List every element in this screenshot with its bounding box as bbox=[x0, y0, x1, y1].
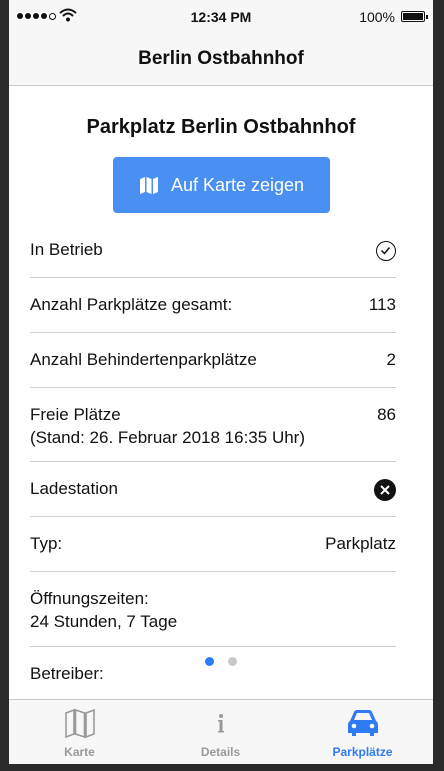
battery-icon bbox=[401, 11, 428, 22]
page-dot-active[interactable] bbox=[205, 657, 214, 666]
device-frame: 12:34 PM 100% Berlin Ostbahnhof Parkplat… bbox=[0, 0, 444, 771]
row-label: Anzahl Parkplätze gesamt: bbox=[30, 295, 233, 314]
tab-details[interactable]: Details bbox=[150, 700, 291, 764]
map-icon bbox=[139, 177, 158, 194]
tab-map-label: Karte bbox=[64, 745, 95, 759]
tab-details-label: Details bbox=[200, 745, 241, 759]
info-icon bbox=[150, 708, 291, 740]
car-icon bbox=[292, 708, 433, 740]
row-label: Typ: bbox=[30, 534, 63, 553]
tab-parking-lots[interactable]: Parkplätze bbox=[292, 700, 433, 764]
tab-map[interactable]: Karte bbox=[9, 700, 150, 764]
map-icon bbox=[9, 708, 150, 740]
battery-percentage: 100% bbox=[359, 9, 395, 25]
row-charging-station: Ladestation bbox=[30, 462, 396, 517]
row-label: Betreiber: bbox=[30, 664, 104, 683]
row-disabled-spaces: Anzahl Behindertenparkplätze 2 bbox=[30, 333, 396, 388]
x-circle-icon bbox=[374, 479, 396, 501]
row-operator: Betreiber: bbox=[30, 647, 396, 699]
row-label: In Betrieb bbox=[30, 240, 103, 259]
phone-screen: 12:34 PM 100% Berlin Ostbahnhof Parkplat… bbox=[9, 0, 433, 764]
total-spaces-value: 113 bbox=[368, 295, 396, 314]
disabled-spaces-value: 2 bbox=[386, 350, 396, 369]
show-on-map-label: Auf Karte zeigen bbox=[170, 174, 305, 195]
row-label: Ladestation bbox=[30, 479, 118, 498]
row-label: Freie Plätze bbox=[30, 405, 121, 424]
row-type: Typ: Parkplatz bbox=[30, 517, 396, 572]
tab-parking-lots-label: Parkplätze bbox=[332, 745, 393, 759]
parking-lot-title: Parkplatz Berlin Ostbahnhof bbox=[86, 116, 356, 138]
free-spaces-timestamp: (Stand: 26. Februar 2018 16:35 Uhr) bbox=[30, 428, 305, 447]
row-total-spaces: Anzahl Parkplätze gesamt: 113 bbox=[30, 278, 396, 333]
free-spaces-value: 86 bbox=[377, 405, 396, 424]
tab-bar: Karte Details Parkplätze bbox=[9, 699, 433, 764]
row-opening-hours: Öffnungszeiten: 24 Stunden, 7 Tage bbox=[30, 572, 396, 647]
check-circle-icon bbox=[376, 241, 396, 261]
show-on-map-button[interactable]: Auf Karte zeigen bbox=[113, 157, 330, 213]
page-indicator[interactable] bbox=[9, 657, 433, 666]
nav-title: Berlin Ostbahnhof bbox=[138, 48, 304, 69]
status-bar: 12:34 PM 100% bbox=[9, 0, 433, 34]
page-dot[interactable] bbox=[228, 657, 237, 666]
navigation-bar: Berlin Ostbahnhof bbox=[9, 34, 433, 86]
opening-hours-value: 24 Stunden, 7 Tage bbox=[30, 612, 178, 631]
row-in-operation: In Betrieb bbox=[30, 214, 396, 278]
type-value: Parkplatz bbox=[325, 534, 396, 553]
row-label: Öffnungszeiten: bbox=[30, 589, 149, 608]
row-free-spaces: Freie Plätze 86 (Stand: 26. Februar 2018… bbox=[30, 388, 396, 462]
parking-detail: Parkplatz Berlin Ostbahnhof Auf Karte ze… bbox=[9, 86, 433, 699]
row-label: Anzahl Behindertenparkplätze bbox=[30, 350, 257, 369]
